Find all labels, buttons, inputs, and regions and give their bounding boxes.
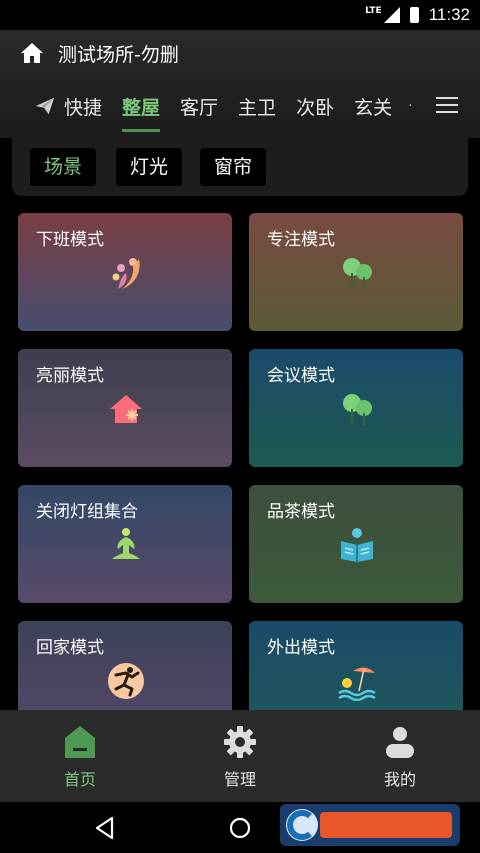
home-icon [65, 726, 95, 758]
beach-icon [338, 667, 376, 701]
runner-icon [108, 663, 144, 699]
tab-quick[interactable]: 快捷 [34, 93, 102, 120]
tab-whole-house[interactable]: 整屋 [122, 93, 161, 132]
gear-icon [224, 726, 256, 758]
user-icon [386, 727, 414, 758]
scene-label: 下班模式 [36, 230, 104, 250]
nav-home[interactable]: 首页 [40, 724, 120, 790]
home-snowflake-icon [110, 395, 142, 423]
tab-master-bath[interactable]: 主卫 [238, 93, 276, 120]
scene-label: 回家模式 [36, 638, 104, 658]
battery-icon [409, 7, 419, 23]
scene-label: 关闭灯组集合 [36, 502, 138, 522]
watermark-logo [280, 804, 460, 846]
nav-label: 管理 [223, 770, 256, 789]
chip-lights[interactable]: 灯光 [116, 148, 183, 186]
scene-label: 亮丽模式 [36, 366, 104, 386]
home-circle-icon[interactable] [227, 815, 253, 841]
more-dot-icon: · [408, 98, 413, 114]
tab-label: 快捷 [64, 96, 103, 119]
scene-filter-bar: 场景 灯光 窗帘 [12, 138, 468, 196]
trees-icon [343, 394, 372, 425]
chip-scenes[interactable]: 场景 [30, 148, 97, 186]
paper-plane-icon [35, 97, 55, 115]
nav-manage[interactable]: 管理 [200, 724, 280, 790]
tab-entrance[interactable]: 玄关 [354, 93, 392, 120]
nav-mine[interactable]: 我的 [360, 724, 440, 790]
trees-icon [343, 258, 372, 289]
title-row[interactable]: 测试场所-勿删 [20, 38, 179, 68]
nav-label: 我的 [383, 770, 416, 789]
room-tabs: 快捷 整屋 客厅 主卫 次卧 玄关 · [34, 86, 413, 132]
status-bar: LTE 11:32 [0, 0, 480, 30]
back-icon[interactable] [92, 815, 118, 841]
nav-label: 首页 [63, 770, 96, 789]
page-title: 测试场所-勿删 [58, 43, 179, 66]
network-type: LTE [365, 6, 382, 16]
status-time: 11:32 [428, 5, 470, 24]
signal-icon [383, 7, 400, 23]
family-icon [112, 258, 140, 289]
tab-living-room[interactable]: 客厅 [180, 93, 218, 120]
scene-label: 品茶模式 [267, 502, 335, 522]
tab-second-bedroom[interactable]: 次卧 [296, 93, 334, 120]
scene-card-meeting[interactable]: 会议模式 [249, 349, 463, 467]
scene-label: 会议模式 [267, 366, 335, 386]
menu-icon[interactable] [436, 96, 458, 114]
scene-card-focus[interactable]: 专注模式 [249, 213, 463, 331]
chip-curtains[interactable]: 窗帘 [200, 148, 267, 186]
yoga-icon [112, 528, 140, 559]
app-header: 测试场所-勿删 快捷 整屋 客厅 主卫 次卧 玄关 · [0, 30, 480, 138]
bottom-nav: 首页 管理 我的 [0, 710, 480, 802]
scene-card-bright[interactable]: 亮丽模式 [18, 349, 232, 467]
scene-label: 专注模式 [267, 230, 335, 250]
reading-icon [341, 528, 373, 562]
scene-label: 外出模式 [267, 638, 335, 658]
scene-card-off-work[interactable]: 下班模式 [18, 213, 232, 331]
scene-card-close-lights[interactable]: 关闭灯组集合 [18, 485, 232, 603]
scene-card-tea[interactable]: 品茶模式 [249, 485, 463, 603]
home-icon [21, 43, 43, 63]
